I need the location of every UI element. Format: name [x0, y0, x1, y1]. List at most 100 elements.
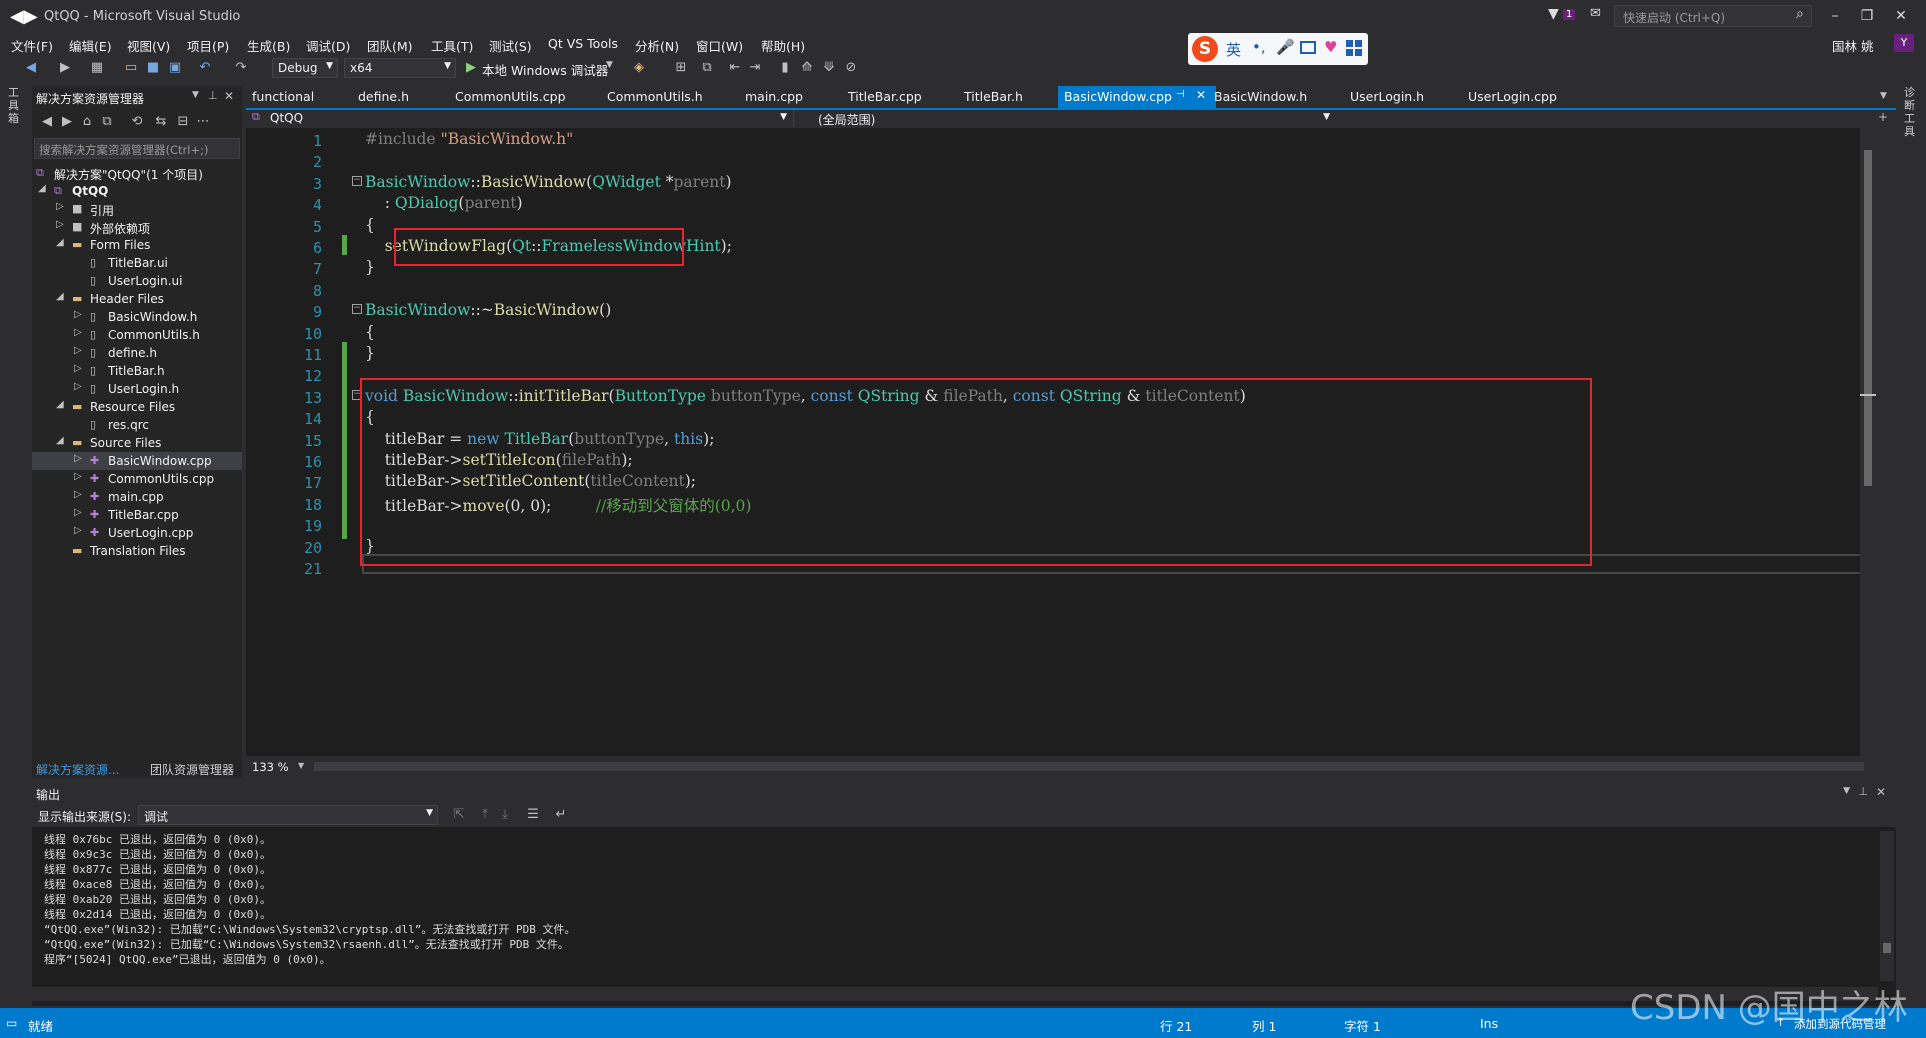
switch-views-icon[interactable]: ⧉	[98, 113, 116, 131]
minimize-button[interactable]: –	[1820, 4, 1850, 28]
collapse-arrow-icon[interactable]: ▷	[74, 471, 82, 482]
menu-analyze[interactable]: 分析(N)	[635, 36, 679, 55]
undo-icon[interactable]: ↶	[196, 59, 214, 77]
chevron-down-icon[interactable]: ▼	[192, 90, 199, 100]
outdent-icon[interactable]: ⇤	[726, 59, 744, 77]
scope-dropdown[interactable]: (全局范围) ▼	[798, 110, 1338, 127]
tree-item[interactable]: ▷ ✚ TitleBar.cpp	[32, 506, 242, 524]
microphone-icon[interactable]: 🎤	[1276, 38, 1295, 56]
expand-arrow-icon[interactable]: ◢	[56, 399, 64, 410]
tree-item[interactable]: ▷ ✚ BasicWindow.cpp	[32, 452, 242, 470]
avatar[interactable]: Y	[1894, 34, 1914, 52]
tab-userlogin-h[interactable]: UserLogin.h	[1344, 86, 1430, 108]
filter-icon[interactable]: ▼	[1548, 6, 1559, 22]
next-bookmark-icon[interactable]: ⟱	[820, 59, 838, 77]
explorer-search-input[interactable]: 搜索解决方案资源管理器(Ctrl+;)	[34, 138, 240, 159]
tree-item[interactable]: ▷ ▯ CommonUtils.h	[32, 326, 242, 344]
back-icon[interactable]: ◀	[38, 113, 56, 131]
menu-debug[interactable]: 调试(D)	[306, 36, 350, 55]
collapse-arrow-icon[interactable]: ▷	[56, 219, 64, 230]
collapse-arrow-icon[interactable]: ▷	[74, 363, 82, 374]
tree-item[interactable]: ▯ UserLogin.ui	[32, 272, 242, 290]
collapse-arrow-icon[interactable]: ▷	[74, 309, 82, 320]
notification-badge[interactable]: 1	[1563, 9, 1576, 20]
expand-arrow-icon[interactable]: ◢	[56, 237, 64, 248]
open-file-icon[interactable]: ▭	[122, 59, 140, 77]
tab-userlogin-cpp[interactable]: UserLogin.cpp	[1462, 86, 1563, 108]
pin-icon[interactable]: ⊥	[208, 89, 218, 102]
start-debugging-button[interactable]: 本地 Windows 调试器	[482, 60, 608, 79]
menu-build[interactable]: 生成(B)	[247, 36, 290, 55]
menu-file[interactable]: 文件(F)	[11, 36, 53, 55]
search-icon[interactable]: ⌕	[1796, 6, 1804, 22]
restore-button[interactable]: ❐	[1852, 4, 1882, 28]
close-icon[interactable]: ✕	[1876, 785, 1886, 799]
chevron-down-icon[interactable]: ▼	[1880, 91, 1887, 101]
split-icon[interactable]: +	[1878, 110, 1888, 124]
pending-changes-icon[interactable]: ⟲	[128, 113, 146, 131]
collapse-arrow-icon[interactable]: ▷	[74, 345, 82, 356]
tab-solution-explorer[interactable]: 解决方案资源...	[36, 761, 119, 778]
code-editor[interactable]: 1 2 3 4 5 6 7 8 9 10 11 12 13 14 15 16 17 18 19 20 21 − − − …	[246, 128, 1876, 756]
collapse-arrow-icon[interactable]: ▷	[74, 525, 82, 536]
tree-item[interactable]: ▷ ▯ UserLogin.h	[32, 380, 242, 398]
prev-bookmark-icon[interactable]: ⟰	[798, 59, 816, 77]
collapse-arrow-icon[interactable]: ▷	[56, 201, 64, 212]
solution-explorer-icon[interactable]: ⊞	[672, 59, 690, 77]
tree-item[interactable]: ◢ ⧉ QtQQ	[32, 182, 242, 200]
tree-item[interactable]: ▬ Translation Files	[32, 542, 242, 560]
tab-basicwindow-h[interactable]: BasicWindow.h	[1208, 86, 1313, 108]
bookmark-icon[interactable]: ▮	[776, 59, 794, 77]
tab-team-explorer[interactable]: 团队资源管理器	[150, 761, 234, 778]
expand-arrow-icon[interactable]: ◢	[56, 291, 64, 302]
tree-item[interactable]: ▷ ✚ UserLogin.cpp	[32, 524, 242, 542]
diagnostic-tools-tab[interactable]: 诊断工具	[1904, 86, 1918, 138]
menu-window[interactable]: 窗口(W)	[696, 36, 743, 55]
collapse-all-icon[interactable]: ⊟	[174, 113, 192, 131]
process-icon[interactable]: ◈	[630, 59, 648, 77]
tab-titlebar-cpp[interactable]: TitleBar.cpp	[842, 86, 928, 108]
close-icon[interactable]: ✕	[1196, 88, 1206, 102]
tree-item[interactable]: ◢ ▬ Form Files	[32, 236, 242, 254]
word-wrap-icon[interactable]: ↵	[552, 806, 570, 824]
find-message-icon[interactable]: ⇱	[450, 806, 468, 824]
project-dropdown[interactable]: ⧉ QtQQ ▼	[248, 110, 794, 127]
scrollbar-thumb[interactable]	[1883, 943, 1891, 953]
collapse-arrow-icon[interactable]: ▷	[74, 507, 82, 518]
tree-item[interactable]: ⧉ 解决方案"QtQQ"(1 个项目)	[32, 164, 242, 182]
tab-commonutils-h[interactable]: CommonUtils.h	[601, 86, 709, 108]
expand-arrow-icon[interactable]: ◢	[38, 183, 46, 194]
tab-main-cpp[interactable]: main.cpp	[739, 86, 809, 108]
tree-item[interactable]: ▷ ■ 外部依赖项	[32, 218, 242, 236]
user-name[interactable]: 国林 姚	[1832, 36, 1873, 55]
close-window-button[interactable]: ✕	[1886, 4, 1916, 28]
vertical-scrollbar[interactable]	[1860, 128, 1876, 756]
tab-titlebar-h[interactable]: TitleBar.h	[958, 86, 1029, 108]
new-project-icon[interactable]: ▦	[88, 59, 106, 77]
collapse-arrow-icon[interactable]: ▷	[74, 489, 82, 500]
collapse-icon[interactable]: −	[352, 176, 362, 186]
tab-commonutils-cpp[interactable]: CommonUtils.cpp	[449, 86, 572, 108]
menu-qt-vs-tools[interactable]: Qt VS Tools	[548, 36, 618, 51]
close-icon[interactable]: ✕	[224, 89, 234, 103]
menu-tools[interactable]: 工具(T)	[431, 36, 473, 55]
save-all-icon[interactable]: ▣	[166, 59, 184, 77]
more-icon[interactable]: ⋯	[194, 113, 212, 131]
pin-icon[interactable]: ⊥	[1858, 785, 1868, 798]
menu-edit[interactable]: 编辑(E)	[69, 36, 112, 55]
tree-item[interactable]: ▷ ✚ CommonUtils.cpp	[32, 470, 242, 488]
clear-all-icon[interactable]: ☰	[524, 806, 542, 824]
toolbox-tab[interactable]: 工具箱	[8, 86, 22, 125]
collapse-icon[interactable]: −	[352, 304, 362, 314]
scrollbar-thumb[interactable]	[1864, 150, 1872, 486]
menu-help[interactable]: 帮助(H)	[761, 36, 805, 55]
punctuation-icon[interactable]: •,	[1252, 38, 1266, 56]
output-scrollbar[interactable]	[1880, 831, 1894, 981]
menu-team[interactable]: 团队(M)	[367, 36, 413, 55]
save-icon[interactable]: ■	[144, 59, 162, 77]
expand-arrow-icon[interactable]: ◢	[56, 435, 64, 446]
tab-basicwindow-cpp[interactable]: BasicWindow.cpp ⊣ ✕	[1058, 86, 1216, 108]
tree-item[interactable]: ▷ ▯ BasicWindow.h	[32, 308, 242, 326]
zoom-level[interactable]: 133 %	[252, 760, 289, 774]
tree-item[interactable]: ▯ TitleBar.ui	[32, 254, 242, 272]
